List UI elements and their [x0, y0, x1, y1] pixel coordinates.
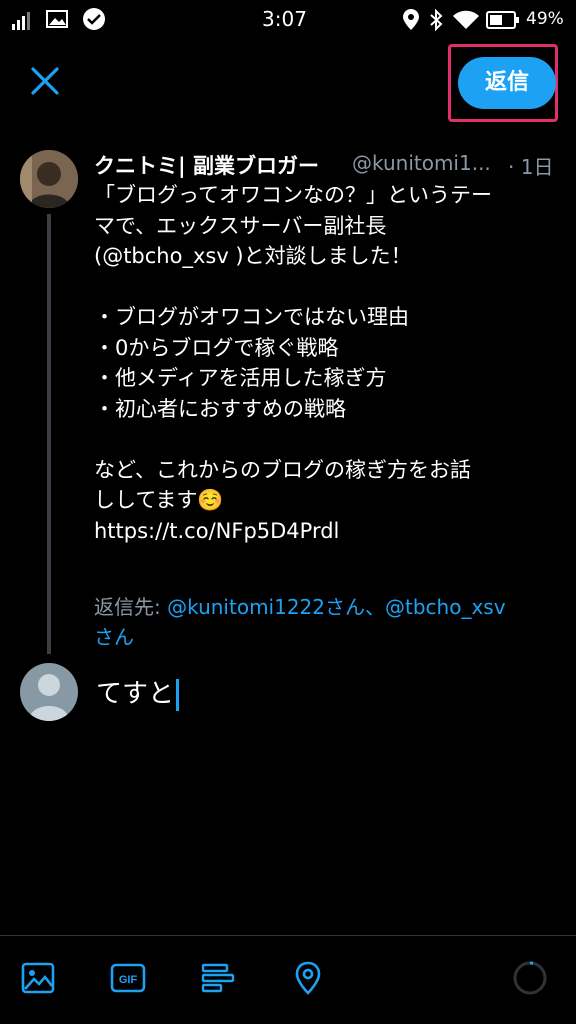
tweet-time: · 1日: [508, 155, 554, 179]
poll-icon[interactable]: [200, 960, 236, 996]
compose-toolbar: [0, 935, 576, 1024]
tweet-line: 「ブログってオワコンなの？」というテー: [94, 183, 492, 207]
image-icon: [46, 10, 68, 28]
status-time: 3:07: [262, 7, 307, 31]
reply-mention-tbcho[interactable]: @tbcho_xsv: [385, 595, 506, 619]
reply-to-suffix[interactable]: さん: [94, 622, 564, 652]
reply-to: 返信先: @kunitomi1222さん、@tbcho_xsv さん: [94, 592, 564, 652]
tweet-line: ・0からブログで稼ぐ戦略: [94, 335, 339, 360]
thread-line: [47, 214, 51, 654]
default-avatar-icon: [29, 674, 69, 721]
tweet-line: ・ブログがオワコンではない理由: [94, 305, 409, 329]
svg-text:GIF: GIF: [119, 974, 138, 986]
close-icon[interactable]: [28, 64, 62, 98]
tweet-line: ・他メディアを活用した稼ぎ方: [94, 366, 387, 390]
signal-icon: [12, 12, 30, 30]
tweet-line: [94, 272, 564, 303]
author-avatar[interactable]: [20, 150, 78, 208]
tweet-line: (@tbcho_xsv )と対談しました！: [94, 244, 412, 268]
tweet-line: など、これからのブログの稼ぎ方をお話: [94, 457, 471, 482]
user-avatar[interactable]: [20, 663, 78, 721]
tweet-link[interactable]: https://t.co/NFp5D4Prdl: [94, 516, 564, 547]
author-name[interactable]: クニトミ| 副業ブロガー: [94, 150, 319, 180]
reply-to-prefix: 返信先:: [94, 595, 161, 619]
tweet-text: 「ブログってオワコンなの？」というテー マで、エックスサーバー副社長 (@tbc…: [94, 180, 564, 546]
bluetooth-icon: [430, 8, 443, 32]
author-handle: @kunitomi1...: [352, 151, 491, 175]
compose-text: てすと: [96, 679, 175, 709]
reply-separator: 、: [365, 595, 385, 619]
compose-input[interactable]: てすと: [96, 673, 180, 711]
location-icon: [403, 9, 419, 30]
reply-button[interactable]: 返信: [458, 57, 556, 109]
reply-mention-kunitomi[interactable]: @kunitomi1222さん: [167, 595, 365, 619]
check-circle-icon: [83, 8, 105, 30]
character-count-progress-icon: [513, 961, 547, 995]
author-photo-icon: [20, 150, 78, 208]
gif-icon[interactable]: GIF: [110, 960, 146, 996]
image-icon[interactable]: [20, 960, 56, 996]
tweet-line: マで、エックスサーバー副社長: [94, 213, 387, 238]
tweet-line: ししてます☺️: [94, 488, 224, 512]
tweet-line: ・初心者におすすめの戦略: [94, 396, 346, 421]
tweet-line: [94, 424, 564, 455]
status-bar: 3:07 49%: [0, 0, 576, 40]
location-icon[interactable]: [290, 960, 326, 996]
battery-percent: 49%: [526, 9, 564, 29]
battery-icon: [486, 11, 519, 29]
wifi-icon: [453, 10, 479, 29]
text-caret: [176, 678, 180, 711]
